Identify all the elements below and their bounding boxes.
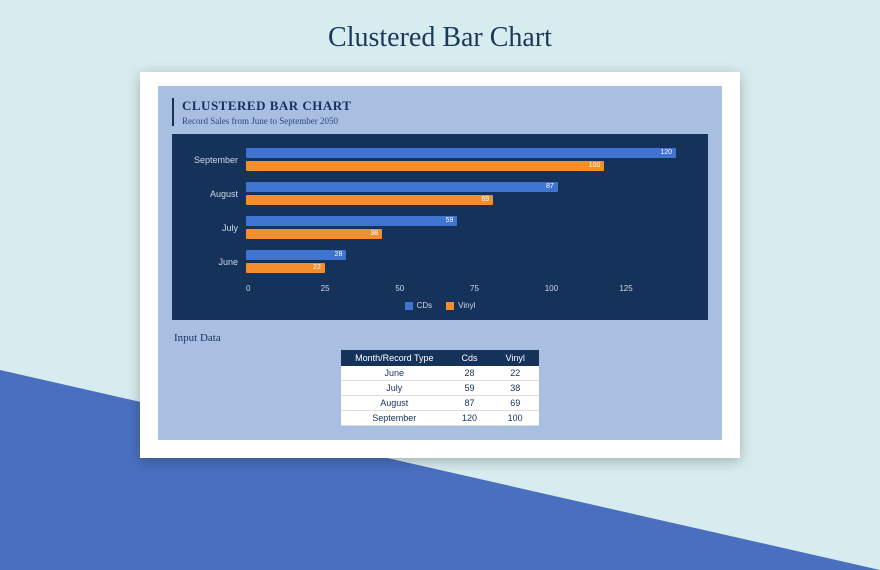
table-row: July5938 bbox=[341, 381, 539, 396]
bar-row: August 87 69 bbox=[186, 182, 694, 206]
cell-vinyl: 38 bbox=[492, 381, 539, 396]
category-label: September bbox=[186, 155, 246, 165]
bar-value-vinyl: 38 bbox=[370, 229, 378, 239]
cell-month: August bbox=[341, 396, 447, 411]
bar-area: 87 69 bbox=[246, 182, 694, 206]
chart-subtitle: Record Sales from June to September 2050 bbox=[182, 116, 708, 126]
bar-value-cds: 120 bbox=[660, 148, 672, 158]
bar-row: June 28 22 bbox=[186, 250, 694, 274]
chart-heading: CLUSTERED BAR CHART Record Sales from Ju… bbox=[172, 98, 708, 126]
table-row: June2822 bbox=[341, 366, 539, 381]
legend-label-cds: CDs bbox=[417, 301, 433, 310]
cell-vinyl: 100 bbox=[492, 411, 539, 426]
legend-label-vinyl: Vinyl bbox=[458, 301, 475, 310]
cell-cds: 87 bbox=[448, 396, 492, 411]
cell-vinyl: 22 bbox=[492, 366, 539, 381]
chart-title: CLUSTERED BAR CHART bbox=[182, 98, 708, 114]
category-label: June bbox=[186, 257, 246, 267]
cell-cds: 120 bbox=[448, 411, 492, 426]
table-header-cds: Cds bbox=[448, 350, 492, 366]
table-header-month: Month/Record Type bbox=[341, 350, 447, 366]
axis-tick: 75 bbox=[470, 284, 545, 293]
x-axis: 0255075100125 bbox=[246, 284, 694, 293]
bar-value-cds: 59 bbox=[446, 216, 454, 226]
bar-vinyl: 22 bbox=[246, 263, 325, 273]
category-label: August bbox=[186, 189, 246, 199]
swatch-vinyl bbox=[446, 302, 454, 310]
swatch-cds bbox=[405, 302, 413, 310]
bar-row: July 59 38 bbox=[186, 216, 694, 240]
cell-month: June bbox=[341, 366, 447, 381]
bar-value-vinyl: 69 bbox=[481, 195, 489, 205]
bar-cds: 87 bbox=[246, 182, 558, 192]
bar-vinyl: 69 bbox=[246, 195, 493, 205]
bar-row: September 120 100 bbox=[186, 148, 694, 172]
input-data-title: Input Data bbox=[174, 332, 708, 344]
table-header-vinyl: Vinyl bbox=[492, 350, 539, 366]
cell-month: July bbox=[341, 381, 447, 396]
chart-plot: September120100August8769July5938June282… bbox=[172, 134, 708, 320]
bar-cds: 59 bbox=[246, 216, 457, 226]
legend-item-cds: CDs bbox=[405, 301, 433, 310]
axis-tick: 0 bbox=[246, 284, 321, 293]
cell-vinyl: 69 bbox=[492, 396, 539, 411]
chart-card: CLUSTERED BAR CHART Record Sales from Ju… bbox=[140, 72, 740, 458]
axis-tick: 100 bbox=[545, 284, 620, 293]
axis-tick: 50 bbox=[395, 284, 470, 293]
bar-cds: 120 bbox=[246, 148, 676, 158]
cell-month: September bbox=[341, 411, 447, 426]
axis-tick: 25 bbox=[321, 284, 396, 293]
bar-area: 120 100 bbox=[246, 148, 694, 172]
bar-value-cds: 28 bbox=[335, 250, 343, 260]
bar-vinyl: 38 bbox=[246, 229, 382, 239]
bar-value-vinyl: 100 bbox=[589, 161, 601, 171]
table-row: September120100 bbox=[341, 411, 539, 426]
table-row: August8769 bbox=[341, 396, 539, 411]
chart-panel: CLUSTERED BAR CHART Record Sales from Ju… bbox=[158, 86, 722, 440]
bar-value-cds: 87 bbox=[546, 182, 554, 192]
chart-legend: CDs Vinyl bbox=[186, 301, 694, 310]
cell-cds: 59 bbox=[448, 381, 492, 396]
legend-item-vinyl: Vinyl bbox=[446, 301, 475, 310]
category-label: July bbox=[186, 223, 246, 233]
axis-tick: 125 bbox=[619, 284, 694, 293]
cell-cds: 28 bbox=[448, 366, 492, 381]
bar-vinyl: 100 bbox=[246, 161, 604, 171]
data-table: Month/Record Type Cds Vinyl June2822July… bbox=[341, 350, 539, 426]
bar-cds: 28 bbox=[246, 250, 346, 260]
bar-area: 28 22 bbox=[246, 250, 694, 274]
page-title: Clustered Bar Chart bbox=[0, 0, 880, 54]
bar-value-vinyl: 22 bbox=[313, 263, 321, 273]
bar-area: 59 38 bbox=[246, 216, 694, 240]
